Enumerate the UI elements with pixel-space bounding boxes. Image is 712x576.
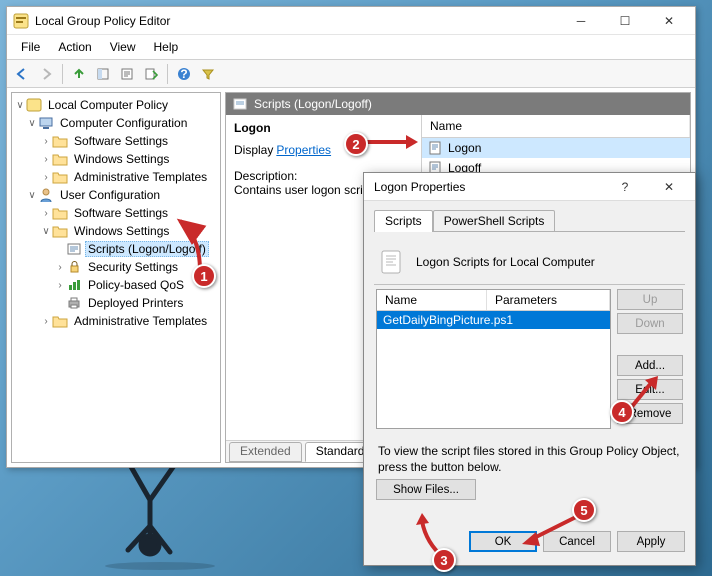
callout-2: 2	[344, 132, 368, 156]
help-button[interactable]: ?	[173, 63, 195, 85]
callout-4: 4	[610, 400, 634, 424]
detail-item-logon[interactable]: Logon	[422, 138, 690, 158]
dialog-heading: Logon Scripts for Local Computer	[416, 255, 595, 269]
tree-uc-ws[interactable]: Windows Settings	[71, 223, 172, 239]
tab-powershell-scripts[interactable]: PowerShell Scripts	[433, 210, 556, 232]
twisty-icon[interactable]: ›	[40, 172, 52, 183]
folder-icon	[52, 223, 68, 239]
tree-root[interactable]: Local Computer Policy	[45, 97, 171, 113]
dialog-close-button[interactable]: ✕	[647, 176, 691, 198]
gpedit-titlebar[interactable]: Local Group Policy Editor ─ ☐ ✕	[7, 7, 695, 35]
twisty-icon[interactable]: ›	[40, 154, 52, 165]
back-button[interactable]	[11, 63, 33, 85]
menu-action[interactable]: Action	[50, 37, 99, 57]
filter-button[interactable]	[197, 63, 219, 85]
dialog-hint-text: To view the script files stored in this …	[378, 443, 681, 475]
lv-col-params[interactable]: Parameters	[487, 290, 610, 310]
down-button[interactable]: Down	[617, 313, 683, 334]
show-files-button[interactable]: Show Files...	[376, 479, 476, 500]
tab-scripts[interactable]: Scripts	[374, 210, 433, 232]
menu-help[interactable]: Help	[146, 37, 187, 57]
svg-text:?: ?	[180, 67, 187, 81]
logon-properties-dialog: Logon Properties ? ✕ Scripts PowerShell …	[363, 172, 696, 566]
tab-extended[interactable]: Extended	[229, 442, 302, 462]
tree-security[interactable]: Security Settings	[85, 259, 181, 275]
export-list-button[interactable]	[140, 63, 162, 85]
apply-button[interactable]: Apply	[617, 531, 685, 552]
dialog-titlebar[interactable]: Logon Properties ? ✕	[364, 173, 695, 201]
menubar: File Action View Help	[7, 35, 695, 60]
twisty-icon[interactable]: ›	[40, 136, 52, 147]
tree-cc-at[interactable]: Administrative Templates	[71, 169, 210, 185]
document-scroll-icon	[378, 248, 406, 276]
tree-uc-sw[interactable]: Software Settings	[71, 205, 171, 221]
security-icon	[66, 259, 82, 275]
script-file-icon	[428, 141, 442, 155]
computer-icon	[38, 115, 54, 131]
twisty-icon[interactable]: ∨	[26, 190, 38, 201]
minimize-button[interactable]: ─	[559, 10, 603, 32]
details-header-title: Scripts (Logon/Logoff)	[254, 97, 372, 111]
folder-icon	[52, 205, 68, 221]
dialog-help-button[interactable]: ?	[603, 176, 647, 198]
details-header: Scripts (Logon/Logoff)	[226, 93, 690, 115]
twisty-icon[interactable]: ∨	[14, 100, 26, 111]
twisty-icon[interactable]: ›	[54, 280, 66, 291]
lv-col-name[interactable]: Name	[377, 290, 487, 310]
qos-icon	[66, 277, 82, 293]
scripts-icon	[232, 97, 248, 111]
twisty-icon[interactable]: ›	[40, 316, 52, 327]
maximize-button[interactable]: ☐	[603, 10, 647, 32]
scripts-icon	[66, 241, 82, 257]
tree-uc-at[interactable]: Administrative Templates	[71, 313, 210, 329]
tree-cc-sw[interactable]: Software Settings	[71, 133, 171, 149]
user-icon	[38, 187, 54, 203]
tree-printers[interactable]: Deployed Printers	[85, 295, 186, 311]
twisty-icon[interactable]: ›	[54, 262, 66, 273]
close-button[interactable]: ✕	[647, 10, 691, 32]
annotation-arrow	[362, 128, 422, 158]
menu-file[interactable]: File	[13, 37, 48, 57]
twisty-icon[interactable]: ∨	[40, 226, 52, 237]
folder-icon	[52, 169, 68, 185]
show-hide-tree-button[interactable]	[92, 63, 114, 85]
col-name[interactable]: Name	[422, 115, 690, 137]
up-button[interactable]	[68, 63, 90, 85]
forward-button[interactable]	[35, 63, 57, 85]
callout-3: 3	[432, 548, 456, 572]
window-title: Local Group Policy Editor	[35, 14, 559, 28]
callout-1: 1	[192, 264, 216, 288]
dialog-title: Logon Properties	[370, 180, 603, 194]
twisty-icon[interactable]: ∨	[26, 118, 38, 129]
add-button[interactable]: Add...	[617, 355, 683, 376]
detail-display-label: Display	[234, 143, 273, 157]
folder-icon	[52, 133, 68, 149]
tree-uc[interactable]: User Configuration	[57, 187, 163, 203]
tree-cc[interactable]: Computer Configuration	[57, 115, 190, 131]
policy-root-icon	[26, 97, 42, 113]
up-button[interactable]: Up	[617, 289, 683, 310]
toolbar: ?	[7, 60, 695, 88]
folder-icon	[52, 313, 68, 329]
printer-icon	[66, 295, 82, 311]
gpedit-icon	[13, 13, 29, 29]
script-row[interactable]: GetDailyBingPicture.ps1	[377, 311, 610, 329]
tree-cc-ws[interactable]: Windows Settings	[71, 151, 172, 167]
scripts-listview[interactable]: Name Parameters GetDailyBingPicture.ps1	[376, 289, 611, 429]
callout-5: 5	[572, 498, 596, 522]
console-tree[interactable]: ∨ Local Computer Policy ∨ Computer Configu…	[11, 92, 221, 463]
twisty-icon[interactable]: ›	[40, 208, 52, 219]
properties-link[interactable]: Properties	[276, 143, 331, 157]
folder-icon	[52, 151, 68, 167]
properties-toolbar-button[interactable]	[116, 63, 138, 85]
tree-qos[interactable]: Policy-based QoS	[85, 277, 187, 293]
menu-view[interactable]: View	[102, 37, 144, 57]
